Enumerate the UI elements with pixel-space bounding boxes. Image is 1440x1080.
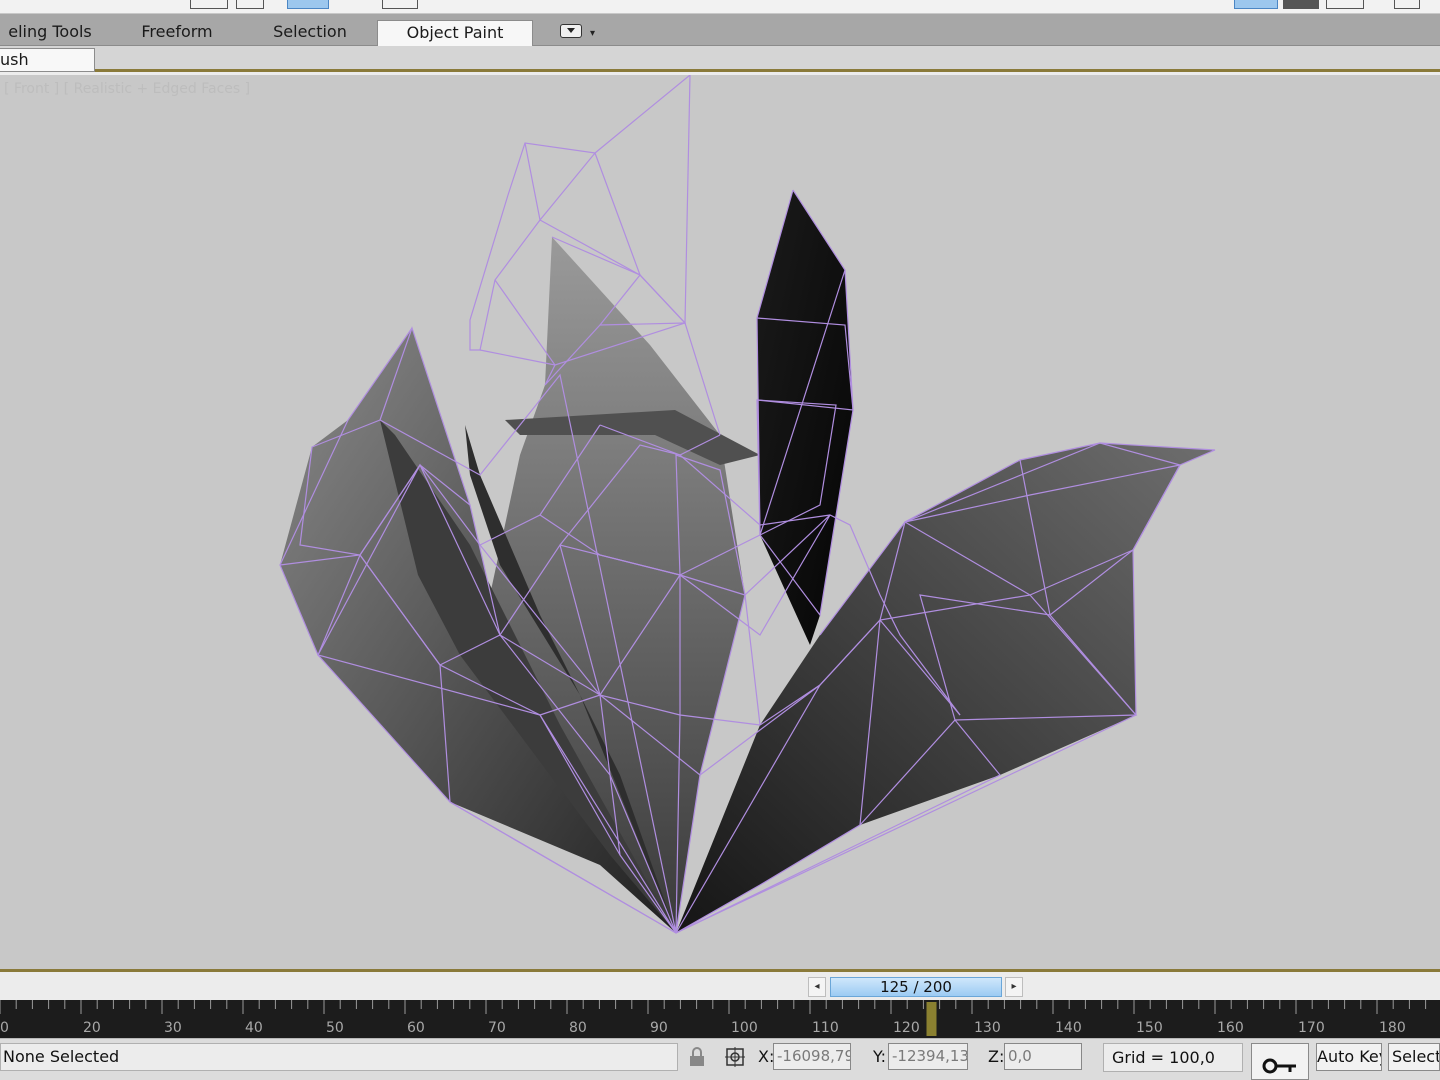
- main-toolbar: [0, 0, 1440, 14]
- track-tick-label: 50: [326, 1020, 344, 1036]
- tab-freeform[interactable]: Freeform: [128, 20, 226, 46]
- track-tick-label: 80: [569, 1020, 587, 1036]
- next-frame-button[interactable]: ▸: [1005, 977, 1023, 997]
- y-coordinate-field[interactable]: -12394,13: [888, 1043, 968, 1070]
- track-tick-label: 70: [488, 1020, 506, 1036]
- ribbon-options-icon[interactable]: [560, 24, 582, 38]
- track-tick-label: 0: [0, 1020, 9, 1036]
- x-coordinate-field[interactable]: -16098,79: [773, 1043, 851, 1070]
- track-tick-label: 20: [83, 1020, 101, 1036]
- ribbon-tab-bar: eling Tools Freeform Selection Object Pa…: [0, 14, 1440, 47]
- x-label: X:: [758, 1047, 775, 1066]
- track-tick-label: 140: [1055, 1020, 1082, 1036]
- ribbon-panel-bar: [0, 46, 1440, 72]
- render-setup-icon[interactable]: [1234, 0, 1278, 9]
- track-tick-label: 150: [1136, 1020, 1163, 1036]
- viewport-front[interactable]: [ Front ] [ Realistic + Edged Faces ]: [0, 75, 1440, 969]
- viewport-label[interactable]: [ Front ] [ Realistic + Edged Faces ]: [4, 81, 250, 97]
- scale-icon[interactable]: [382, 0, 418, 9]
- time-slider-bar: [0, 972, 1440, 1000]
- track-tick-label: 40: [245, 1020, 263, 1036]
- y-label: Y:: [873, 1047, 887, 1066]
- track-tick-label: 160: [1217, 1020, 1244, 1036]
- prev-frame-button[interactable]: ◂: [808, 977, 826, 997]
- track-tick-label: 100: [731, 1020, 758, 1036]
- current-frame-marker: [926, 1002, 937, 1036]
- mesh-render: [279, 75, 1216, 934]
- ribbon-dropdown-icon[interactable]: ▾: [590, 28, 595, 39]
- select-region-icon[interactable]: [190, 0, 228, 9]
- track-tick-label: 130: [974, 1020, 1001, 1036]
- window-crossing-icon[interactable]: [236, 0, 264, 9]
- z-coordinate-field[interactable]: 0,0: [1004, 1043, 1082, 1070]
- grid-size: Grid = 100,0: [1103, 1043, 1243, 1072]
- selected-dropdown[interactable]: Selecte: [1388, 1043, 1440, 1071]
- auto-key-button[interactable]: Auto Key: [1316, 1043, 1382, 1071]
- track-tick-label: 110: [812, 1020, 839, 1036]
- tab-modeling-tools[interactable]: eling Tools: [0, 20, 100, 46]
- key-icon: [1262, 1058, 1296, 1074]
- track-tick-label: 90: [650, 1020, 668, 1036]
- rendered-frame-icon[interactable]: [1283, 0, 1319, 9]
- brush-settings-tab[interactable]: ush Settings: [0, 48, 95, 91]
- render-icon[interactable]: [1326, 0, 1364, 9]
- z-label: Z:: [988, 1047, 1005, 1066]
- absolute-mode-icon[interactable]: [724, 1046, 746, 1068]
- track-tick-label: 180: [1379, 1020, 1406, 1036]
- quick-render-icon[interactable]: [1394, 0, 1420, 9]
- tab-selection[interactable]: Selection: [262, 20, 358, 46]
- track-tick-label: 120: [893, 1020, 920, 1036]
- track-tick-label: 60: [407, 1020, 425, 1036]
- set-key-button[interactable]: [1251, 1043, 1309, 1080]
- selection-status: None Selected: [0, 1043, 678, 1071]
- track-tick-label: 30: [164, 1020, 182, 1036]
- track-bar[interactable]: 0 20 30 40 50 60 70 80 90 100 110 120 130 140 150 160 17…: [0, 1000, 1440, 1038]
- select-move-icon[interactable]: [287, 0, 329, 9]
- time-slider[interactable]: 125 / 200: [830, 977, 1002, 997]
- tab-object-paint[interactable]: Object Paint: [377, 20, 533, 47]
- lock-icon[interactable]: [688, 1046, 706, 1068]
- track-tick-label: 170: [1298, 1020, 1325, 1036]
